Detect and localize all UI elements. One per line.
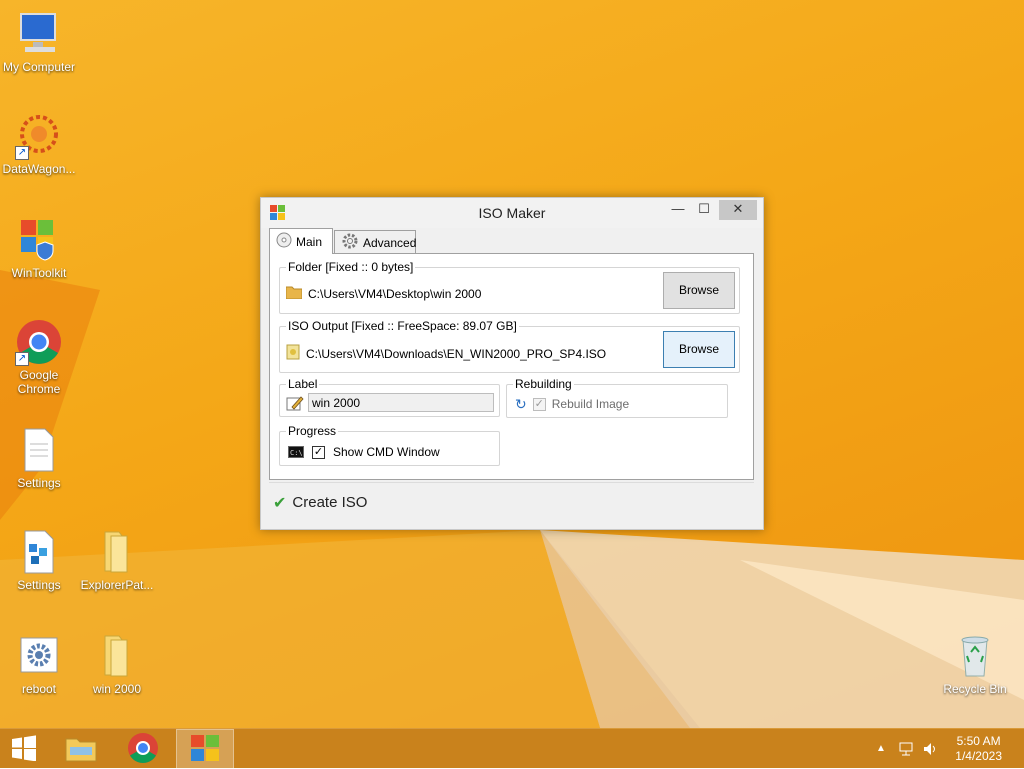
maximize-icon: ☐ [698, 201, 710, 216]
file-explorer-icon [64, 733, 98, 766]
main-tab-panel: Folder [Fixed :: 0 bytes] C:\Users\VM4\D… [269, 253, 754, 480]
folder-path: C:\Users\VM4\Desktop\win 2000 [308, 286, 482, 301]
desktop-icon-explorerpat[interactable]: ExplorerPat... [78, 528, 156, 592]
desktop-icon-win-2000[interactable]: win 2000 [78, 632, 156, 696]
label-group-title: Label [286, 377, 320, 391]
desktop-icon-label: My Computer [2, 60, 76, 74]
chrome-icon: ↗ [15, 318, 63, 366]
folder-group-title: Folder [Fixed :: 0 bytes] [286, 260, 416, 274]
volume-icon[interactable] [922, 741, 938, 760]
clock-date: 1/4/2023 [955, 749, 1002, 763]
chrome-icon [127, 732, 159, 767]
iso-file-icon [286, 344, 300, 363]
gear-icon [341, 232, 359, 253]
show-cmd-row: C:\ ✓ Show CMD Window [288, 445, 440, 459]
desktop-icon-datawagon[interactable]: ↗ DataWagon... [0, 112, 78, 176]
desktop: My Computer ↗ DataWagon... WinToolkit ↗ … [0, 0, 1024, 728]
refresh-icon: ↻ [515, 396, 527, 412]
title-bar[interactable]: ISO Maker — ☐ ✕ [261, 198, 763, 228]
desktop-icon-label: DataWagon... [2, 162, 76, 176]
clock[interactable]: 5:50 AM 1/4/2023 [955, 734, 1002, 764]
folder-icon [285, 285, 303, 302]
desktop-icon-label: Google Chrome [17, 368, 61, 396]
rebuild-image-label: Rebuild Image [551, 397, 630, 411]
iso-output-path-row: C:\Users\VM4\Downloads\EN_WIN2000_PRO_SP… [286, 344, 606, 363]
desktop-icon-label: win 2000 [92, 682, 142, 696]
progress-group: Progress C:\ ✓ Show CMD Window [279, 424, 500, 466]
rebuilding-group-title: Rebuilding [513, 377, 574, 391]
folder-group: Folder [Fixed :: 0 bytes] C:\Users\VM4\D… [279, 260, 740, 314]
desktop-icon-label: WinToolkit [11, 266, 67, 280]
iso-maker-window: ISO Maker — ☐ ✕ Main Advanced Folder [Fi… [260, 197, 764, 530]
network-icon[interactable] [898, 741, 914, 760]
folder-icon [93, 528, 141, 576]
recycle-bin-icon [951, 632, 999, 680]
rebuilding-group: Rebuilding ↻ ✓ Rebuild Image [506, 377, 728, 418]
windows-shield-icon [15, 216, 63, 264]
taskbar-file-explorer[interactable] [56, 729, 106, 769]
edit-pencil-icon [286, 395, 304, 414]
label-input[interactable] [308, 393, 494, 412]
registry-icon [15, 528, 63, 576]
computer-icon [15, 10, 63, 58]
tab-label: Main [296, 234, 323, 249]
desktop-icon-settings-1[interactable]: Settings [0, 426, 78, 490]
desktop-icon-reboot[interactable]: reboot [0, 632, 78, 696]
desktop-icon-recycle-bin[interactable]: Recycle Bin [936, 632, 1014, 696]
taskbar-chrome[interactable] [118, 729, 168, 769]
progress-group-title: Progress [286, 424, 339, 438]
shortcut-arrow-icon: ↗ [15, 146, 29, 160]
shortcut-arrow-icon: ↗ [15, 352, 29, 366]
cmd-console-icon: C:\ [288, 446, 304, 458]
create-iso-button[interactable]: ✔ Create ISO [269, 482, 754, 522]
tab-advanced[interactable]: Advanced [334, 230, 416, 254]
taskbar-iso-maker[interactable] [176, 729, 234, 769]
iso-output-browse-button[interactable]: Browse [663, 331, 735, 368]
iso-output-group-title: ISO Output [Fixed :: FreeSpace: 89.07 GB… [286, 319, 519, 333]
disc-icon [276, 232, 292, 251]
tab-label: Advanced [363, 235, 417, 250]
show-hidden-icons-icon[interactable]: ▲ [876, 743, 886, 754]
tab-main[interactable]: Main [269, 228, 333, 254]
rebuild-image-row: ↻ ✓ Rebuild Image [515, 397, 629, 411]
close-icon: ✕ [732, 201, 744, 216]
label-group: Label [279, 377, 500, 417]
desktop-icon-google-chrome[interactable]: ↗ Google Chrome [0, 318, 78, 396]
close-button[interactable]: ✕ [719, 200, 757, 220]
windows-logo-icon [11, 734, 37, 764]
datawagon-icon: ↗ [15, 112, 63, 160]
show-cmd-window-checkbox[interactable]: ✓ [312, 445, 325, 459]
checkmark-icon: ✔ [273, 494, 287, 512]
clock-time: 5:50 AM [956, 734, 1001, 748]
start-button[interactable] [0, 729, 48, 769]
desktop-icon-label: reboot [21, 682, 57, 696]
iso-output-path: C:\Users\VM4\Downloads\EN_WIN2000_PRO_SP… [306, 346, 607, 361]
folder-icon [93, 632, 141, 680]
rebuild-image-checkbox[interactable]: ✓ [532, 397, 546, 411]
folder-path-row: C:\Users\VM4\Desktop\win 2000 [285, 285, 482, 302]
desktop-icon-my-computer[interactable]: My Computer [0, 10, 78, 74]
taskbar: ▲ 5:50 AM 1/4/2023 [0, 728, 1024, 769]
desktop-icon-label: ExplorerPat... [80, 578, 154, 592]
desktop-icon-label: Settings [17, 476, 61, 490]
iso-output-group: ISO Output [Fixed :: FreeSpace: 89.07 GB… [279, 319, 740, 373]
maximize-button[interactable]: ☐ [691, 200, 717, 220]
folder-browse-button[interactable]: Browse [663, 272, 735, 309]
desktop-icon-label: Recycle Bin [943, 682, 1007, 696]
desktop-icon-label: Settings [17, 578, 61, 592]
create-iso-label: Create ISO [292, 494, 368, 511]
desktop-icon-settings-2[interactable]: Settings [0, 528, 78, 592]
minimize-button[interactable]: — [665, 200, 691, 220]
gear-file-icon [15, 632, 63, 680]
minimize-icon: — [671, 201, 685, 216]
iso-maker-icon [190, 734, 220, 765]
text-file-icon [15, 426, 63, 474]
desktop-icon-wintoolkit[interactable]: WinToolkit [0, 216, 78, 280]
show-cmd-window-label: Show CMD Window [333, 445, 440, 459]
